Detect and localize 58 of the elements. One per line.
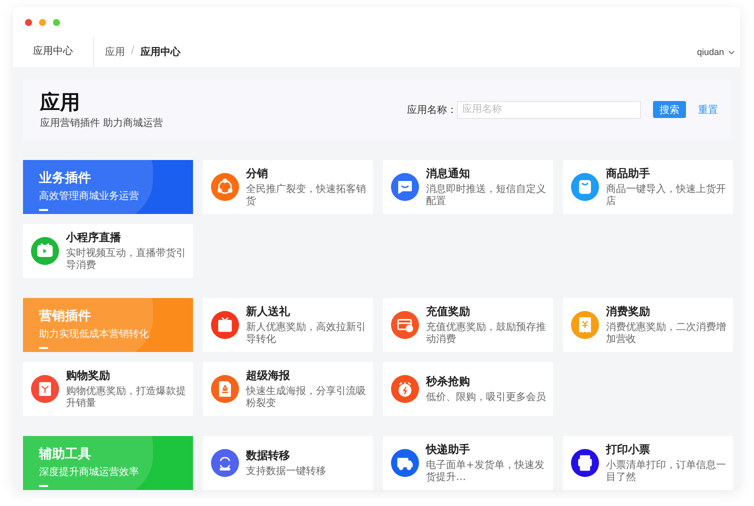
- chevron-down-icon[interactable]: [728, 50, 735, 54]
- page-subtitle: 应用营销插件 助力商城运营: [40, 116, 164, 130]
- app-description: 支持数据一键转移: [246, 466, 326, 478]
- app-card[interactable]: 小程序直播 实时视频互动，直播带货引导消费: [23, 224, 193, 278]
- app-title: 数据转移: [246, 448, 291, 463]
- app-card[interactable]: 打印小票 小票清单打印，订单信息一目了然: [563, 436, 733, 490]
- app-title: 分销: [246, 166, 269, 181]
- app-title: 商品助手: [606, 166, 651, 181]
- app-title: 快递助手: [426, 442, 471, 457]
- app-description: 实时视频互动，直播带货引导消费: [66, 248, 187, 272]
- app-title: 消息通知: [426, 166, 471, 181]
- section-subtitle: 高效管理商城业务运营: [39, 190, 140, 203]
- app-description: 小票清单打印，订单信息一目了然: [606, 460, 727, 484]
- section-title: 业务插件: [39, 170, 92, 187]
- app-description: 充值优惠奖励，鼓励预存推动消费: [426, 322, 547, 346]
- app-card[interactable]: 数据转移 支持数据一键转移: [203, 436, 373, 490]
- app-title: 秒杀抢购: [426, 374, 471, 389]
- app-title: 新人送礼: [246, 304, 291, 319]
- search-field[interactable]: 应用名称: [457, 100, 641, 118]
- app-description: 全民推广裂变，快速拓客销货: [246, 184, 367, 208]
- minimize-icon[interactable]: [39, 18, 46, 26]
- app-title: 购物奖励: [66, 368, 111, 383]
- app-title: 消费奖励: [606, 304, 651, 319]
- app-card[interactable]: 充值奖励 充值优惠奖励，鼓励预存推动消费: [383, 298, 553, 352]
- app-card[interactable]: 购物奖励 购物优惠奖励，打造爆款提升销量: [23, 362, 193, 416]
- app-title: 超级海报: [246, 368, 291, 383]
- app-card[interactable]: 商品助手 商品一键导入，快速上货开店: [563, 160, 733, 214]
- app-description: 电子面单+发货单，快速发货提升…: [426, 460, 546, 484]
- breadcrumb-item[interactable]: 应用: [105, 45, 125, 59]
- app-description: 新人优惠奖励，高效拉新引导转化: [246, 322, 367, 346]
- nav-title[interactable]: 应用中心: [13, 37, 94, 67]
- app-description: 消息即时推送，短信自定义配置: [426, 184, 547, 208]
- app-card[interactable]: 消费奖励 消费优惠奖励，二次消费增加营收: [563, 298, 733, 352]
- section-title: 辅助工具: [39, 446, 92, 463]
- app-description: 购物优惠奖励，打造爆款提升销量: [66, 386, 187, 410]
- section-title: 营销插件: [39, 308, 92, 325]
- app-description: 低价、限购，吸引更多会员: [426, 392, 546, 404]
- app-card[interactable]: 快递助手 电子面单+发货单，快速发货提升…: [383, 436, 553, 490]
- app-title: 小程序直播: [66, 230, 122, 245]
- app-title: 充值奖励: [426, 304, 471, 319]
- app-card[interactable]: 秒杀抢购 低价、限购，吸引更多会员: [383, 362, 553, 416]
- app-card[interactable]: 新人送礼 新人优惠奖励，高效拉新引导转化: [203, 298, 373, 352]
- app-card[interactable]: 超级海报 快速生成海报，分享引流吸粉裂变: [203, 362, 373, 416]
- maximize-icon[interactable]: [53, 18, 60, 26]
- app-title: 打印小票: [606, 442, 651, 457]
- app-description: 商品一键导入，快速上货开店: [606, 184, 727, 208]
- section-subtitle: 深度提升商城运营效率: [39, 466, 140, 479]
- app-card[interactable]: 分销 全民推广裂变，快速拓客销货: [203, 160, 373, 214]
- section-subtitle: 助力实现低成本营销转化: [39, 328, 150, 341]
- user-name[interactable]: qiudan: [696, 47, 724, 57]
- app-card[interactable]: 消息通知 消息即时推送，短信自定义配置: [383, 160, 553, 214]
- app-description: 快速生成海报，分享引流吸粉裂变: [246, 386, 367, 410]
- breadcrumb-separator: /: [131, 45, 134, 58]
- page-title: 应用: [40, 90, 81, 114]
- app-description: 消费优惠奖励，二次消费增加营收: [606, 322, 727, 346]
- close-icon[interactable]: [25, 18, 32, 26]
- breadcrumb-item[interactable]: 应用中心: [140, 45, 180, 59]
- search-label: 应用名称：: [407, 104, 457, 116]
